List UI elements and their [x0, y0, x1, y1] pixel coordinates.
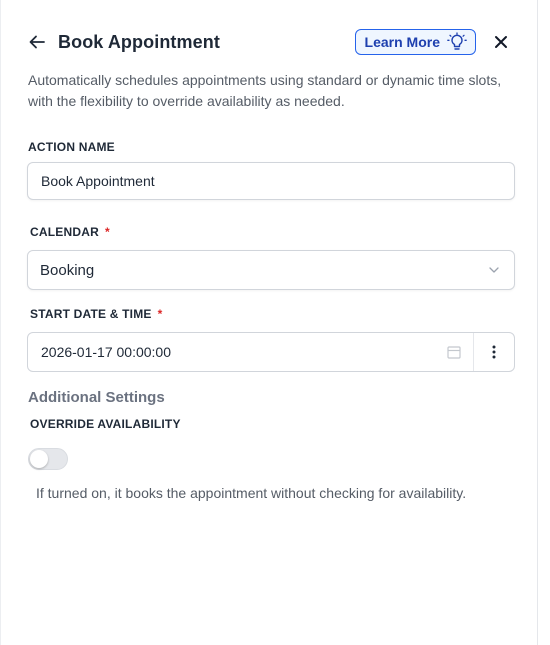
- learn-more-label: Learn More: [364, 34, 440, 50]
- arrow-left-icon: [29, 35, 45, 49]
- page-title: Book Appointment: [58, 31, 220, 52]
- required-mark: *: [157, 307, 163, 321]
- close-icon: [495, 36, 507, 48]
- learn-more-button[interactable]: Learn More: [354, 29, 476, 55]
- more-options-button[interactable]: [473, 333, 514, 371]
- book-appointment-panel: Book Appointment Learn More Automaticall…: [0, 0, 538, 645]
- toggle-knob: [30, 450, 48, 468]
- start-date-input[interactable]: 2026-01-17 00:00:00: [28, 333, 473, 371]
- override-hint: If turned on, it books the appointment w…: [36, 485, 467, 501]
- calendar-label-text: CALENDAR: [30, 225, 99, 239]
- more-vertical-icon: [492, 345, 496, 359]
- calendar-icon[interactable]: [447, 345, 461, 359]
- required-mark: *: [104, 225, 110, 239]
- calendar-select[interactable]: Booking: [27, 250, 515, 290]
- lightbulb-icon: [447, 32, 467, 52]
- start-date-label-text: START DATE & TIME: [30, 307, 152, 321]
- panel-header: Book Appointment Learn More: [27, 26, 511, 58]
- action-name-input[interactable]: Book Appointment: [27, 162, 515, 200]
- close-button[interactable]: [493, 34, 509, 50]
- start-date-value: 2026-01-17 00:00:00: [41, 344, 171, 360]
- calendar-label: CALENDAR *: [30, 225, 110, 239]
- calendar-selected-value: Booking: [40, 261, 95, 279]
- back-button[interactable]: [27, 32, 47, 52]
- additional-settings-title: Additional Settings: [28, 389, 165, 406]
- action-name-value: Book Appointment: [41, 173, 155, 189]
- start-date-control: 2026-01-17 00:00:00: [27, 332, 515, 372]
- chevron-down-icon: [489, 267, 499, 273]
- override-availability-toggle[interactable]: [28, 448, 68, 470]
- action-name-label: ACTION NAME: [28, 140, 115, 154]
- start-date-label: START DATE & TIME *: [30, 307, 163, 321]
- panel-description: Automatically schedules appointments usi…: [28, 72, 502, 109]
- override-availability-label: OVERRIDE AVAILABILITY: [30, 417, 181, 431]
